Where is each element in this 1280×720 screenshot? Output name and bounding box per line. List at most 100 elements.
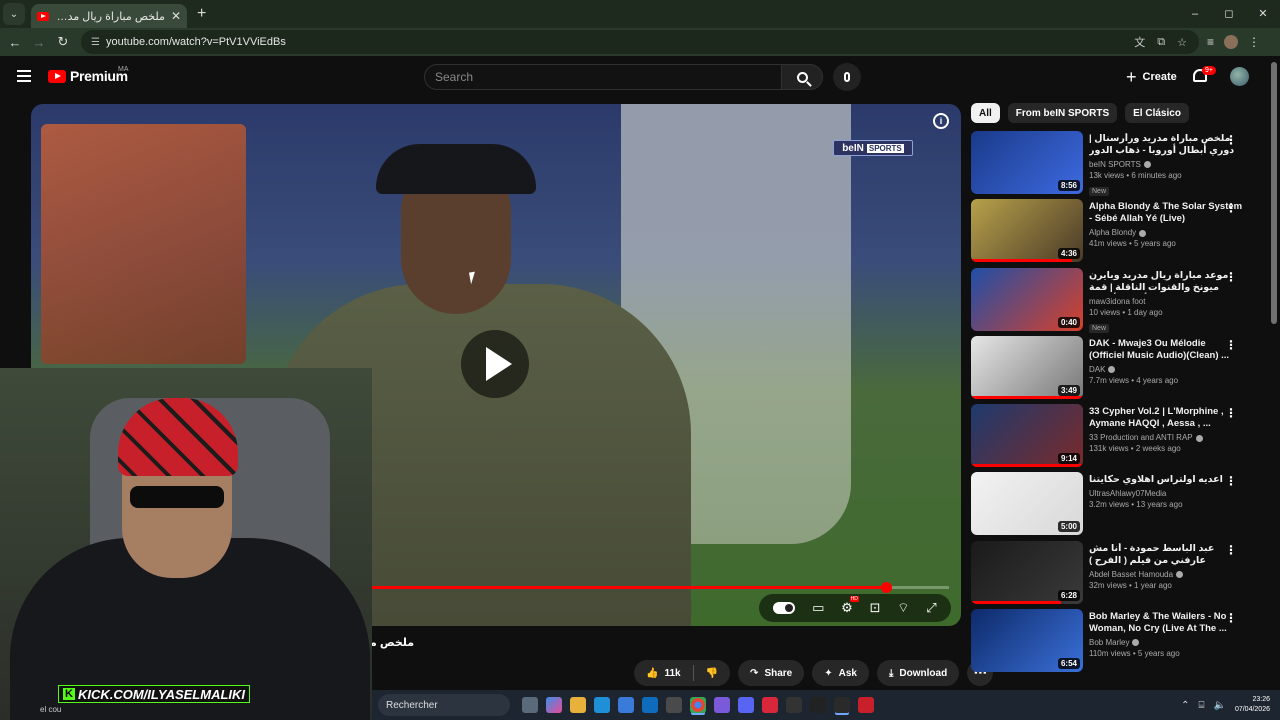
- recommended-video[interactable]: 8:56 ملخص مباراة مدريد ورأرسنال | دوري أب…: [971, 131, 1243, 199]
- play-button-icon[interactable]: [461, 330, 529, 398]
- file-explorer-icon[interactable]: [570, 697, 586, 713]
- media-app-icon[interactable]: [858, 697, 874, 713]
- youtube-premium-logo[interactable]: Premium: [48, 68, 128, 84]
- reading-list-icon[interactable]: ≡: [1207, 35, 1214, 49]
- video-title[interactable]: Alpha Blondy & The Solar System - Sébé A…: [1089, 201, 1243, 225]
- browser-tab-active[interactable]: ملخص مباراة ريال مدريد (851) ✕: [31, 4, 187, 28]
- discord-icon[interactable]: [738, 697, 754, 713]
- channel-name[interactable]: Abdel Basset Hamouda: [1089, 570, 1243, 579]
- recommended-video[interactable]: 9:14 33 Cypher Vol.2 | L'Morphine , Ayman…: [971, 404, 1243, 472]
- thumbs-down-icon[interactable]: 👎: [706, 668, 718, 679]
- video-title[interactable]: 33 Cypher Vol.2 | L'Morphine , Aymane HA…: [1089, 406, 1243, 430]
- more-options-icon[interactable]: ⋮: [1225, 543, 1237, 557]
- bookmark-star-icon[interactable]: ☆: [1177, 36, 1187, 49]
- channel-name[interactable]: Bob Marley: [1089, 638, 1243, 647]
- video-title[interactable]: DAK - Mwaje3 Ou Mélodie (Officiel Music …: [1089, 338, 1243, 362]
- search-button[interactable]: [781, 64, 823, 90]
- account-avatar[interactable]: [1230, 67, 1249, 86]
- tray-chevron-icon[interactable]: ⌃: [1181, 700, 1189, 711]
- channel-name[interactable]: maw3idona foot: [1089, 297, 1243, 306]
- app-icon[interactable]: [666, 697, 682, 713]
- close-window-button[interactable]: ✕: [1246, 0, 1280, 28]
- page-scrollbar[interactable]: [1271, 62, 1277, 324]
- more-options-icon[interactable]: ⋮: [1225, 406, 1237, 420]
- channel-name[interactable]: beIN SPORTS: [1089, 160, 1243, 169]
- task-view-icon[interactable]: [522, 697, 538, 713]
- reload-icon[interactable]: ↻: [51, 34, 75, 50]
- chip-el-clasico[interactable]: El Clásico: [1125, 103, 1189, 123]
- taskbar-search[interactable]: Rechercher: [378, 694, 510, 716]
- video-title[interactable]: ملخص مباراة مدريد ورأرسنال | دوري أبطال …: [1089, 133, 1243, 157]
- outlook-icon[interactable]: [642, 697, 658, 713]
- video-title[interactable]: اعديه اولتراس اهلاوي حكايتنا: [1089, 474, 1243, 486]
- thumbs-up-icon[interactable]: 👍: [646, 668, 658, 679]
- tray-network-icon[interactable]: ⌸: [1199, 700, 1205, 711]
- cast-icon[interactable]: ⌔: [897, 600, 909, 616]
- recommended-video[interactable]: 3:49 DAK - Mwaje3 Ou Mélodie (Officiel Mu…: [971, 335, 1243, 404]
- app-dark-icon[interactable]: [810, 697, 826, 713]
- channel-name[interactable]: 33 Production and ANTI RAP: [1089, 433, 1243, 442]
- video-thumbnail[interactable]: 6:28: [971, 540, 1083, 604]
- store-icon[interactable]: [618, 697, 634, 713]
- browser-menu-icon[interactable]: ⋮: [1248, 35, 1260, 49]
- video-thumbnail[interactable]: 4:36: [971, 199, 1083, 263]
- share-button[interactable]: ↷ Share: [738, 660, 805, 686]
- tab-search-icon[interactable]: ⌄: [3, 3, 25, 25]
- chip-from-bein-sports[interactable]: From beIN SPORTS: [1007, 103, 1118, 123]
- info-icon[interactable]: i: [933, 113, 949, 129]
- minimize-button[interactable]: –: [1178, 0, 1212, 28]
- recommended-video[interactable]: 5:00 اعديه اولتراس اهلاوي حكايتنا UltrasAh…: [971, 472, 1243, 540]
- subtitles-icon[interactable]: ▭: [812, 600, 824, 616]
- video-thumbnail[interactable]: 6:54: [971, 609, 1083, 673]
- video-title[interactable]: موعد مباراة ريال مدريد وبايرن ميونخ والق…: [1089, 270, 1243, 294]
- settings-gear-icon[interactable]: ⚙ HD: [841, 596, 859, 616]
- like-dislike-button[interactable]: 👍 11k 👎: [634, 660, 731, 686]
- install-app-icon[interactable]: ⧉: [1157, 36, 1165, 49]
- miniplayer-icon[interactable]: ⊡: [870, 600, 881, 616]
- site-info-icon[interactable]: ☰: [91, 37, 100, 48]
- channel-name[interactable]: DAK: [1089, 365, 1243, 374]
- url-field[interactable]: ☰ youtube.com/watch?v=PtV1VViEdBs 文 ⧉ ☆: [81, 30, 1199, 54]
- acrobat-icon[interactable]: [762, 697, 778, 713]
- restore-button[interactable]: ◻: [1212, 0, 1246, 28]
- more-options-icon[interactable]: ⋮: [1225, 611, 1237, 625]
- copilot-icon[interactable]: [546, 697, 562, 713]
- video-title[interactable]: Bob Marley & The Wailers - No Woman, No …: [1089, 611, 1243, 635]
- video-thumbnail[interactable]: 3:49: [971, 335, 1083, 399]
- ask-button[interactable]: ✦ Ask: [812, 660, 869, 686]
- chrome-icon[interactable]: [690, 697, 706, 713]
- editor-icon[interactable]: [834, 697, 850, 713]
- recommended-video[interactable]: 6:54 Bob Marley & The Wailers - No Woman,…: [971, 609, 1243, 677]
- obs-icon[interactable]: [786, 697, 802, 713]
- more-options-icon[interactable]: ⋮: [1225, 338, 1237, 352]
- more-options-icon[interactable]: ⋮: [1225, 474, 1237, 488]
- tab-close-icon[interactable]: ✕: [171, 9, 181, 23]
- download-button[interactable]: ⤓ Download: [876, 660, 960, 686]
- back-arrow-icon[interactable]: ←: [3, 35, 27, 50]
- game-icon[interactable]: [714, 697, 730, 713]
- translate-icon[interactable]: 文: [1134, 34, 1145, 50]
- new-tab-icon[interactable]: +: [197, 5, 206, 23]
- fullscreen-icon[interactable]: ⤢: [926, 600, 936, 616]
- channel-name[interactable]: UltrasAhlawy07Media: [1089, 489, 1243, 498]
- more-options-icon[interactable]: ⋮: [1225, 270, 1237, 284]
- channel-name[interactable]: Alpha Blondy: [1089, 228, 1243, 237]
- search-input[interactable]: Search: [424, 64, 782, 90]
- more-options-icon[interactable]: ⋮: [1225, 133, 1237, 147]
- video-thumbnail[interactable]: 5:00: [971, 472, 1083, 536]
- tray-volume-icon[interactable]: 🔈: [1214, 700, 1226, 711]
- profile-avatar-icon[interactable]: [1224, 35, 1239, 49]
- voice-search-button[interactable]: [833, 63, 861, 91]
- forward-arrow-icon[interactable]: →: [27, 35, 51, 50]
- hamburger-menu-icon[interactable]: [17, 70, 31, 82]
- video-thumbnail[interactable]: 0:40: [971, 267, 1083, 331]
- recommended-video[interactable]: 6:28 عبد الباسط حمودة - أنا مش عارفني من …: [971, 540, 1243, 609]
- video-title[interactable]: عبد الباسط حمودة - أنا مش عارفني من فيلم…: [1089, 543, 1243, 567]
- progress-scrubber-handle[interactable]: [880, 582, 892, 593]
- recommended-video[interactable]: 4:36 Alpha Blondy & The Solar System - Sé…: [971, 199, 1243, 267]
- taskbar-clock[interactable]: 23:26 07/04/2026: [1235, 695, 1270, 715]
- chip-all[interactable]: All: [971, 103, 1000, 123]
- autoplay-toggle[interactable]: [773, 602, 796, 614]
- video-thumbnail[interactable]: 9:14: [971, 404, 1083, 468]
- edge-icon[interactable]: [594, 697, 610, 713]
